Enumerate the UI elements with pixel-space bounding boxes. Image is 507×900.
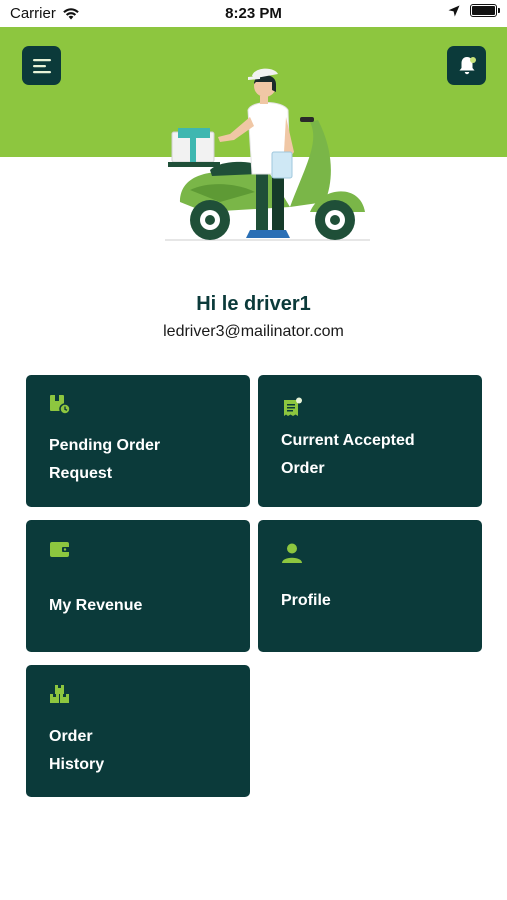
- card-label-line2: Request: [49, 465, 113, 482]
- menu-icon: [32, 58, 51, 73]
- card-label-line2: History: [49, 756, 105, 773]
- card-label: Order History: [49, 723, 236, 779]
- notification-button[interactable]: [447, 46, 486, 85]
- order-history-card[interactable]: Order History: [26, 665, 250, 797]
- my-revenue-card[interactable]: My Revenue: [26, 520, 250, 652]
- card-label-line1: Current Accepted: [281, 432, 415, 449]
- status-right: [448, 4, 500, 17]
- location-arrow-icon: [448, 5, 460, 16]
- user-icon: [282, 543, 302, 563]
- status-time: 8:23 PM: [225, 5, 282, 22]
- battery-icon: [470, 4, 500, 17]
- card-label-line1: Pending Order: [49, 437, 161, 454]
- menu-button[interactable]: [22, 46, 61, 85]
- pending-order-icon: [50, 395, 71, 415]
- card-label-line1: Profile: [281, 592, 331, 609]
- wallet-icon: [50, 542, 70, 557]
- receipt-icon: [284, 397, 302, 416]
- delivery-scooter-illustration: [165, 68, 370, 241]
- bell-icon: [459, 56, 476, 74]
- card-label-line1: My Revenue: [49, 597, 143, 614]
- card-label: My Revenue: [49, 592, 236, 620]
- card-label-line1: Order: [49, 728, 93, 745]
- card-label-line2: Order: [281, 460, 325, 477]
- user-email: ledriver3@mailinator.com: [163, 323, 344, 340]
- boxes-icon: [50, 685, 69, 703]
- pending-order-request-card[interactable]: Pending Order Request: [26, 375, 250, 507]
- card-label: Pending Order Request: [49, 432, 236, 488]
- status-bar: Carrier 8:23 PM: [0, 0, 507, 27]
- current-accepted-order-card[interactable]: Current Accepted Order: [258, 375, 482, 507]
- greeting-title: Hi le driver1: [196, 293, 311, 315]
- card-label: Profile: [281, 587, 468, 615]
- card-label: Current Accepted Order: [281, 427, 468, 483]
- profile-card[interactable]: Profile: [258, 520, 482, 652]
